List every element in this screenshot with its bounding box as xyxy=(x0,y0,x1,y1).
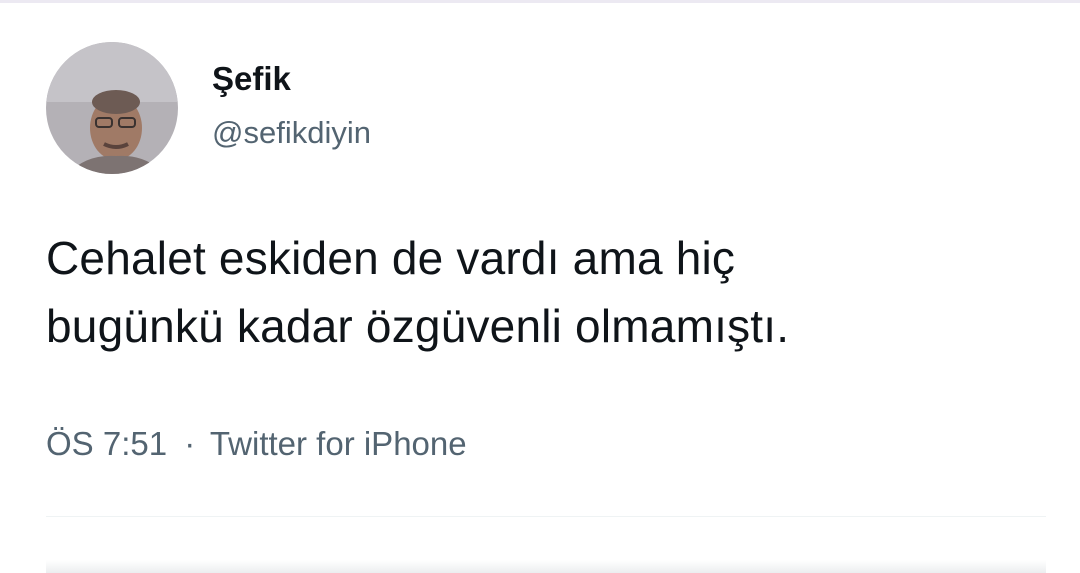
tweet-meta: ÖS 7:51 · Twitter for iPhone xyxy=(46,424,467,464)
next-row-fade xyxy=(46,560,1046,573)
user-info: Şefik @sefikdiyin xyxy=(212,59,371,153)
user-handle[interactable]: @sefikdiyin xyxy=(212,113,371,153)
avatar[interactable] xyxy=(46,42,178,174)
tweet-text-line-1: Cehalet eskiden de vardı ama hiç xyxy=(46,232,736,284)
top-strip xyxy=(0,0,1080,3)
display-name[interactable]: Şefik xyxy=(212,59,371,99)
divider xyxy=(46,516,1046,517)
tweet-time[interactable]: ÖS 7:51 xyxy=(46,425,167,462)
avatar-photo xyxy=(46,42,178,174)
tweet-text-line-2: bugünkü kadar özgüvenli olmamıştı. xyxy=(46,300,790,352)
meta-separator: · xyxy=(184,425,196,462)
tweet-card: Şefik @sefikdiyin Cehalet eskiden de var… xyxy=(0,0,1080,573)
tweet-source[interactable]: Twitter for iPhone xyxy=(210,425,467,462)
tweet-header: Şefik @sefikdiyin xyxy=(46,42,371,174)
tweet-text: Cehalet eskiden de vardı ama hiç bugünkü… xyxy=(46,224,1056,360)
